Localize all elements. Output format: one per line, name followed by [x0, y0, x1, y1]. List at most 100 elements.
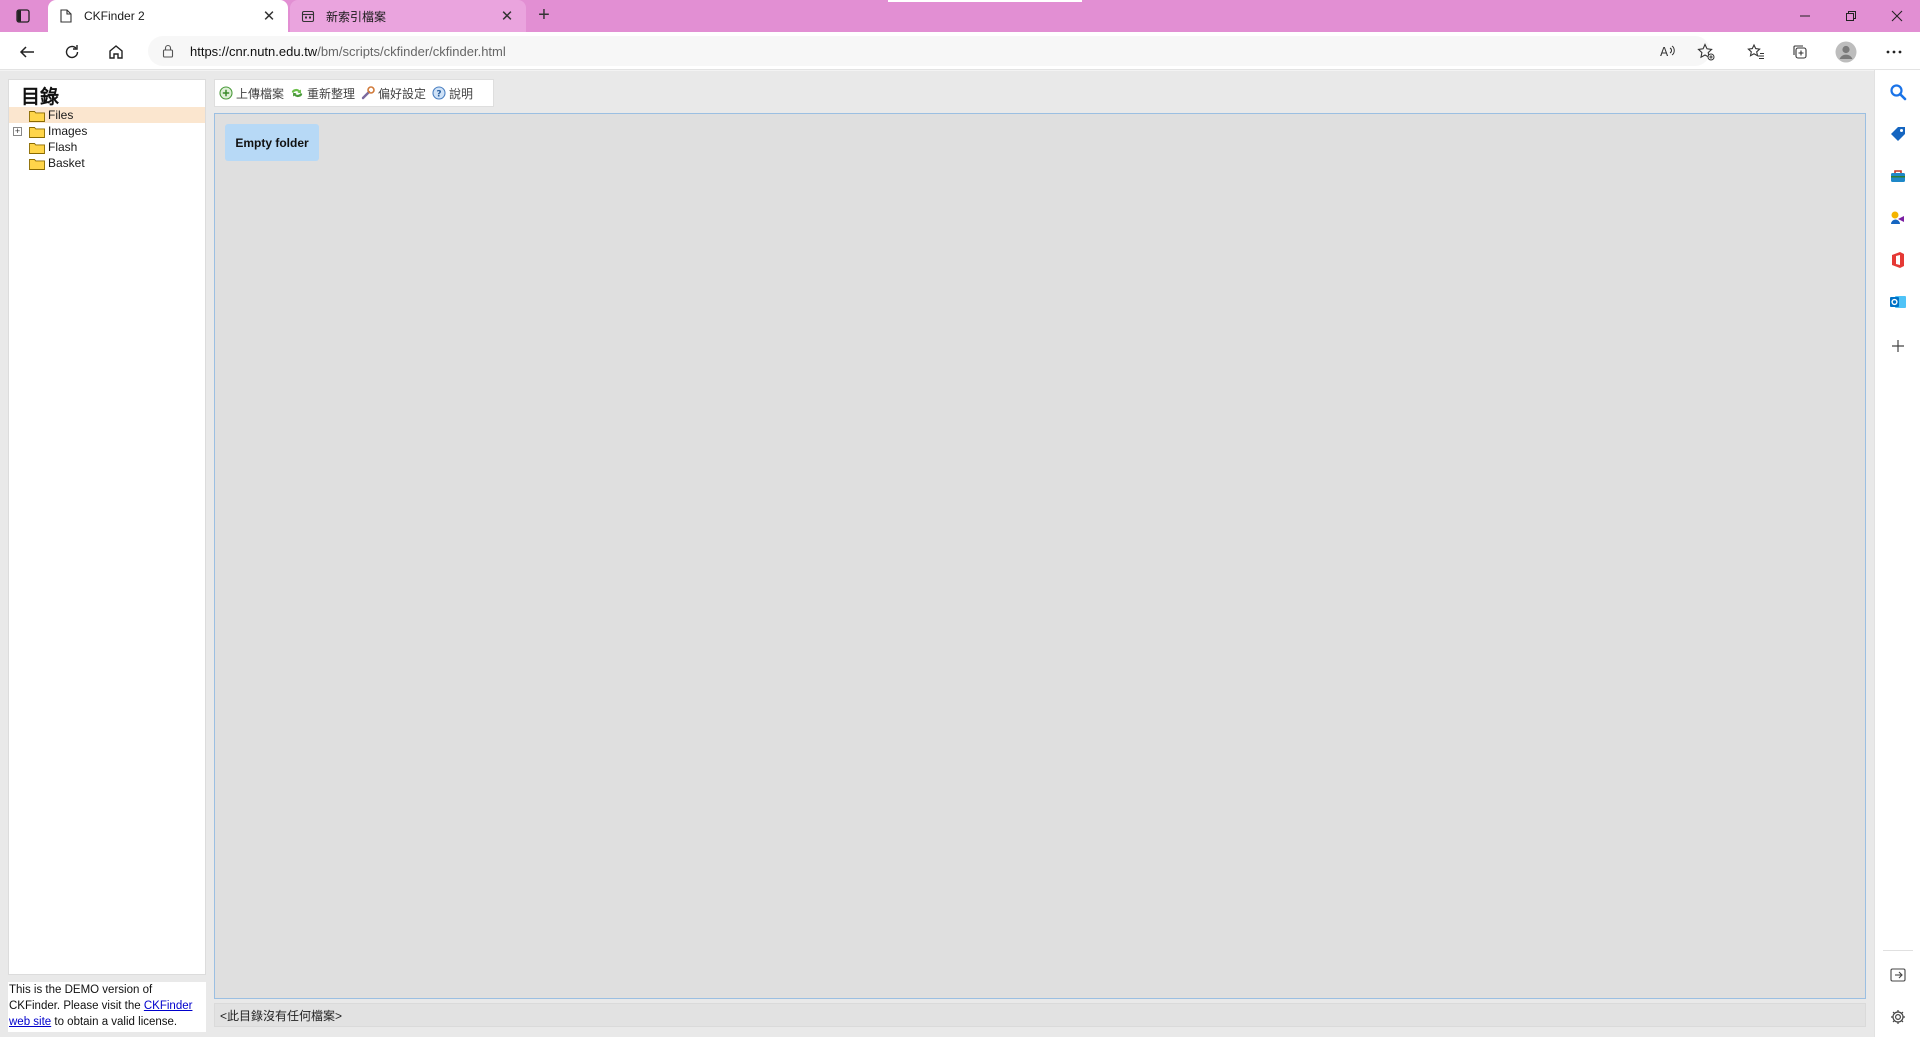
read-aloud-icon: A: [1660, 45, 1675, 59]
tools-sidebar-button[interactable]: [1886, 164, 1910, 188]
close-icon[interactable]: ✕: [498, 7, 516, 25]
add-favorite-button[interactable]: [1692, 38, 1720, 66]
avatar-icon: [1835, 41, 1857, 63]
tab-ckfinder[interactable]: CKFinder 2 ✕: [48, 0, 288, 32]
sidebar-toggle-icon: [1890, 968, 1906, 982]
demo-notice: This is the DEMO version of CKFinder. Pl…: [8, 982, 206, 1032]
read-aloud-button[interactable]: A: [1654, 38, 1682, 66]
favorites-icon: [1747, 43, 1764, 60]
folders-title: 目錄: [21, 87, 60, 108]
new-tab-button[interactable]: +: [532, 5, 556, 27]
search-sidebar-button[interactable]: [1886, 80, 1910, 104]
folder-icon: [29, 141, 45, 154]
home-button[interactable]: [102, 38, 130, 66]
refresh-button[interactable]: [58, 38, 86, 66]
empty-folder-message: Empty folder: [225, 124, 319, 161]
favorites-button[interactable]: [1742, 38, 1770, 66]
close-icon[interactable]: ✕: [260, 7, 278, 25]
upload-label: 上傳檔案: [236, 86, 285, 101]
folder-tree: Files + Images Flash Basket: [9, 107, 205, 171]
settings-label: 偏好設定: [378, 86, 427, 101]
folder-label: Images: [48, 124, 88, 138]
shopping-sidebar-button[interactable]: [1886, 122, 1910, 146]
back-button[interactable]: [13, 38, 41, 66]
calendar-icon: [300, 8, 316, 24]
folder-item-basket[interactable]: Basket: [9, 155, 205, 171]
ckfinder-page: 目錄 Files + Images Flash Basket This is t…: [0, 71, 1874, 1037]
svg-text:A: A: [1660, 45, 1669, 59]
folders-panel: 目錄 Files + Images Flash Basket: [8, 79, 206, 975]
tab-new-index[interactable]: 新索引檔案 ✕: [290, 0, 526, 32]
refresh-folder-button[interactable]: 重新整理: [290, 85, 355, 102]
url-path: /bm/scripts/ckfinder/ckfinder.html: [317, 43, 506, 59]
url-input[interactable]: https://cnr.nutn.edu.tw/bm/scripts/ckfin…: [148, 36, 1710, 66]
tab-bar: CKFinder 2 ✕ 新索引檔案 ✕ +: [0, 0, 1920, 32]
close-window-button[interactable]: [1874, 0, 1920, 32]
title-strip: [888, 0, 1082, 2]
home-icon: [109, 45, 123, 59]
upload-button[interactable]: 上傳檔案: [219, 85, 284, 102]
folder-item-images[interactable]: + Images: [9, 123, 205, 139]
tag-icon: [1891, 127, 1905, 141]
help-icon: ?: [432, 86, 446, 100]
profile-button[interactable]: [1832, 38, 1860, 66]
collections-icon: [1793, 45, 1807, 59]
star-add-icon: [1697, 43, 1715, 61]
tab-actions-icon: [16, 9, 30, 23]
refresh-label: 重新整理: [307, 86, 356, 101]
status-bar: <此目錄沒有任何檔案>: [214, 1003, 1866, 1027]
files-area[interactable]: Empty folder: [214, 113, 1866, 999]
address-bar: https://cnr.nutn.edu.tw/bm/scripts/ckfin…: [0, 32, 1920, 70]
url-text: https://cnr.nutn.edu.tw/bm/scripts/ckfin…: [190, 44, 506, 59]
settings-button[interactable]: 偏好設定: [361, 85, 426, 102]
folder-label: Basket: [48, 156, 85, 170]
folder-icon: [29, 109, 45, 122]
svg-text:?: ?: [436, 90, 441, 100]
back-arrow-icon: [19, 46, 34, 58]
outlook-sidebar-button[interactable]: [1886, 290, 1910, 314]
url-host: https://cnr.nutn.edu.tw: [190, 43, 318, 59]
page-icon: [58, 8, 74, 24]
minimize-button[interactable]: [1782, 0, 1828, 32]
restore-button[interactable]: [1828, 0, 1874, 32]
restore-icon: [1846, 11, 1856, 21]
sidebar-divider: [1883, 950, 1913, 951]
demo-text: This is the DEMO version of CKFinder. Pl…: [9, 984, 153, 1012]
refresh-icon: [290, 86, 304, 100]
folder-label: Files: [48, 108, 74, 122]
wrench-icon: [361, 86, 375, 100]
games-sidebar-button[interactable]: [1886, 206, 1910, 230]
search-icon: [1890, 84, 1907, 101]
help-button[interactable]: ? 說明: [432, 85, 473, 102]
more-button[interactable]: [1880, 38, 1908, 66]
gear-icon: [1891, 1010, 1905, 1024]
minimize-icon: [1800, 15, 1810, 17]
demo-text-end: to obtain a valid license.: [51, 1016, 178, 1028]
tab-title: 新索引檔案: [326, 9, 387, 24]
ellipsis-icon: [1886, 50, 1902, 54]
tab-actions-button[interactable]: [12, 6, 34, 26]
plus-icon: [1892, 340, 1904, 352]
games-icon: [1891, 211, 1904, 224]
add-sidebar-app-button[interactable]: [1886, 334, 1910, 358]
finder-toolbar: 上傳檔案 重新整理 偏好設定 ? 說明: [214, 79, 494, 107]
hide-sidebar-button[interactable]: [1886, 963, 1910, 987]
tab-title: CKFinder 2: [84, 9, 145, 23]
close-icon: [1891, 10, 1903, 22]
expand-icon[interactable]: +: [13, 127, 22, 136]
toolbox-icon: [1891, 170, 1905, 182]
upload-icon: [219, 86, 233, 100]
outlook-icon: [1890, 296, 1906, 308]
sidebar-settings-button[interactable]: [1886, 1005, 1910, 1029]
folder-label: Flash: [48, 140, 78, 154]
refresh-icon: [65, 45, 79, 59]
folder-item-flash[interactable]: Flash: [9, 139, 205, 155]
lock-icon[interactable]: [160, 43, 176, 59]
collections-button[interactable]: [1786, 38, 1814, 66]
office-sidebar-button[interactable]: [1886, 248, 1910, 272]
folder-item-files[interactable]: Files: [9, 107, 205, 123]
folder-icon: [29, 157, 45, 170]
office-icon: [1892, 252, 1904, 268]
folder-icon: [29, 125, 45, 138]
help-label: 說明: [449, 86, 474, 101]
